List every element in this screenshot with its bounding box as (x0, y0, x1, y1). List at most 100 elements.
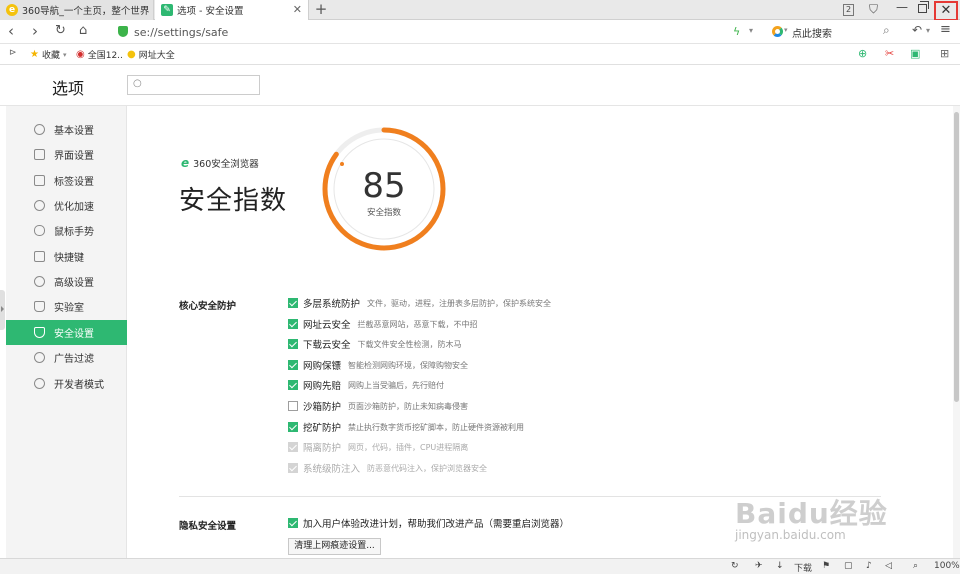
safety-score-value: 85 (362, 166, 406, 206)
brand-label: e 360安全浏览器 (181, 156, 259, 170)
speaker-icon[interactable]: ♪ (866, 561, 872, 571)
checkbox[interactable] (288, 339, 298, 349)
core-option-mining-protection[interactable]: 挖矿防护 禁止执行数字货币挖矿脚本，防止硬件资源被利用 (288, 420, 524, 434)
download-label[interactable]: 下载 (794, 561, 812, 574)
skin-icon[interactable]: ⛉ (869, 2, 878, 17)
sidebar-item-adblock[interactable]: 广告过滤 (6, 345, 127, 370)
core-option-download-cloud[interactable]: 下载云安全 下载文件安全性检测，防木马 (288, 337, 462, 351)
rocket-icon (34, 200, 45, 211)
back-icon[interactable]: ‹ (8, 22, 14, 40)
refresh-icon[interactable]: ↻ (55, 22, 66, 40)
core-option-url-cloud[interactable]: 网址云安全 拦截恶意网站，恶意下载，不中招 (288, 317, 478, 331)
tab-title: 选项 - 安全设置 (177, 6, 244, 17)
safety-score-label: 安全指数 (366, 208, 401, 218)
checkbox[interactable] (288, 298, 298, 308)
menu-icon[interactable]: ≡ (940, 22, 951, 37)
sidebar-item-acceleration[interactable]: 优化加速 (6, 193, 127, 218)
panel-expand-handle[interactable] (0, 290, 5, 330)
checkbox[interactable] (288, 401, 298, 411)
watermark: Baidu经验 jingyan.baidu.com (735, 492, 888, 542)
accelerate-icon[interactable]: ↻ (731, 561, 739, 571)
scrollbar-thumb[interactable] (954, 112, 959, 402)
block-icon (34, 352, 45, 363)
sidebar-item-lab[interactable]: 实验室 (6, 294, 127, 319)
close-window-button[interactable]: ✕ (934, 1, 958, 21)
zoom-level[interactable]: 100% (934, 561, 960, 571)
settings-favicon-icon: ✎ (161, 4, 173, 16)
options-header: 选项 ○ (0, 65, 960, 106)
bookmark-national[interactable]: ◉ 全国12.. (76, 48, 123, 61)
bookmark-url-directory[interactable]: ● 网址大全 (127, 48, 175, 61)
tab-options-safe[interactable]: ✎ 选项 - 安全设置 ✕ (155, 0, 309, 20)
status-bar: ↻ ✈ ↓ 下载 ⚑ ▢ ♪ ◁ ⌕ 100% (0, 558, 960, 574)
360-browser-logo-icon: e (181, 156, 190, 170)
star-icon: ★ (30, 49, 39, 60)
sidebar-item-basic[interactable]: 基本设置 (6, 117, 127, 142)
checkbox[interactable] (288, 518, 298, 528)
trash-icon[interactable]: ▢ (844, 561, 853, 571)
checkbox[interactable] (288, 422, 298, 432)
search-icon[interactable]: ⌕ (883, 23, 890, 38)
core-option-shopping-guard[interactable]: 网购保镖 智能检测网购环境，保障购物安全 (288, 358, 468, 372)
restore-button[interactable] (918, 1, 929, 13)
sidebar-toggle-icon[interactable]: ⊳ (9, 48, 17, 58)
sidebar-item-interface[interactable]: 界面设置 (6, 142, 127, 167)
forward-icon[interactable]: › (32, 22, 38, 40)
chevron-down-icon: ▾ (62, 50, 67, 59)
core-option-multilayer[interactable]: 多层系统防护 文件，驱动，进程，注册表多层防护，保护系统安全 (288, 296, 551, 310)
gear-icon (34, 124, 45, 135)
watermark-url: jingyan.baidu.com (735, 528, 846, 542)
shield-icon (34, 327, 45, 338)
minimize-button[interactable]: — (896, 0, 908, 14)
sidebar-item-tabs[interactable]: 标签设置 (6, 168, 127, 193)
core-option-sandbox[interactable]: 沙箱防护 页面沙箱防护，防止未知病毒侵害 (288, 399, 468, 413)
advanced-gear-icon (34, 276, 45, 287)
clear-traces-settings-button[interactable]: 清理上网痕迹设置... (288, 538, 381, 555)
search-icon: ○ (133, 78, 142, 89)
keyboard-icon (34, 251, 45, 262)
tab-360-nav[interactable]: e 360导航_一个主页，整个世界 (0, 0, 154, 20)
apps-grid-icon[interactable]: ⊞ (940, 47, 949, 60)
flask-icon (34, 301, 45, 312)
sidebar-item-developer[interactable]: 开发者模式 (6, 371, 127, 396)
search-box[interactable]: 点此搜索 (792, 25, 832, 40)
tab-title: 360导航_一个主页，整个世界 (22, 6, 150, 17)
checkbox[interactable] (288, 319, 298, 329)
sidebar-item-shortcuts[interactable]: 快捷键 (6, 244, 127, 269)
bookmark-favorites[interactable]: ★ 收藏 ▾ (30, 48, 67, 61)
privacy-settings-label: 隐私安全设置 (179, 521, 237, 532)
sidebar-item-mouse-gestures[interactable]: 鼠标手势 (6, 218, 127, 243)
screenshot-scissors-icon[interactable]: ✂ (885, 47, 894, 60)
settings-content: e 360安全浏览器 安全指数 85 安全指数 核心安全防护 多层系统防护 文件，… (127, 106, 953, 558)
game-icon[interactable]: ▣ (910, 47, 920, 60)
chevron-down-icon[interactable]: ▾ (749, 26, 753, 35)
home-icon[interactable]: ⌂ (79, 22, 87, 40)
tab-close-icon[interactable]: ✕ (293, 3, 302, 16)
chevron-down-icon[interactable]: ▾ (926, 26, 930, 35)
search-engine-icon[interactable] (772, 26, 783, 37)
pin-icon[interactable]: ✈ (755, 561, 763, 571)
address-bar: ‹ › ↻ ⌂ se://settings/safe ϟ ▾ ▾ 点此搜索 ⌕ … (0, 20, 960, 44)
checkbox[interactable] (288, 360, 298, 370)
new-tab-button[interactable]: + (312, 0, 330, 20)
url-field[interactable]: se://settings/safe (134, 26, 228, 39)
extension-icon[interactable]: ⊕ (858, 47, 867, 60)
speed-mode-icon[interactable]: ϟ (733, 25, 740, 38)
sidebar-item-advanced[interactable]: 高级设置 (6, 269, 127, 294)
settings-sidebar: 基本设置 界面设置 标签设置 优化加速 鼠标手势 快捷键 高级设置 实验室 安全… (6, 106, 127, 558)
privacy-option-ux-program[interactable]: 加入用户体验改进计划，帮助我们改进产品（需要重启浏览器） (288, 516, 576, 530)
checkbox[interactable] (288, 380, 298, 390)
sidebar-item-security[interactable]: 安全设置 (6, 320, 127, 345)
undo-icon[interactable]: ↶ (912, 23, 922, 37)
flag-icon[interactable]: ⚑ (822, 561, 830, 571)
zoom-icon[interactable]: ⌕ (913, 561, 918, 571)
mouse-icon (34, 225, 45, 236)
options-search-input[interactable]: ○ (127, 75, 260, 95)
sound-icon[interactable]: ◁ (885, 561, 892, 571)
vertical-scrollbar[interactable] (953, 106, 960, 558)
core-option-shopping-compensation[interactable]: 网购先赔 网购上当受骗后，先行赔付 (288, 378, 444, 392)
download-icon[interactable]: ↓ (776, 561, 784, 571)
chevron-down-icon[interactable]: ▾ (784, 26, 788, 34)
tab-icon (34, 175, 45, 186)
tab-count-badge[interactable]: 2 (843, 4, 854, 16)
